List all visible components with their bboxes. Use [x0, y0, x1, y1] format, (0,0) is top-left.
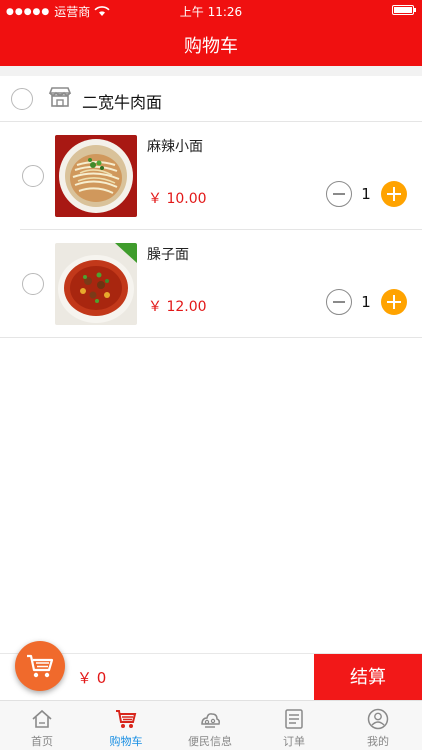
product-image[interactable]	[55, 135, 137, 217]
quantity-value: 1	[361, 185, 371, 203]
service-icon	[201, 713, 220, 728]
store-select-radio[interactable]	[11, 88, 33, 110]
tab-home[interactable]: 首页	[0, 701, 84, 750]
item-select-radio[interactable]	[22, 165, 44, 187]
tab-cart[interactable]: 购物车	[84, 701, 168, 750]
order-icon	[285, 709, 303, 729]
shop-icon	[48, 87, 72, 107]
decrease-quantity-button[interactable]	[326, 289, 352, 315]
status-bar: ●●●●● 运营商 上午 11:26	[0, 0, 422, 20]
product-name[interactable]: 臊子面	[147, 244, 189, 264]
decrease-quantity-button[interactable]	[326, 181, 352, 207]
total-price: ￥ 0	[77, 669, 107, 687]
increase-quantity-button[interactable]	[381, 181, 407, 207]
tab-label: 订单	[283, 735, 305, 748]
tab-label: 购物车	[109, 735, 143, 748]
cart-item: 麻辣小面 ￥ 10.00 1	[0, 122, 422, 230]
increase-quantity-button[interactable]	[381, 289, 407, 315]
section-gap	[0, 66, 422, 76]
product-image[interactable]	[55, 243, 137, 325]
product-price: ￥ 10.00	[148, 191, 207, 207]
tab-label: 首页	[31, 735, 53, 748]
tab-bar: 首页 购物车 便民信息 订单 我的	[0, 700, 422, 750]
profile-icon	[367, 708, 389, 730]
item-select-radio[interactable]	[22, 273, 44, 295]
product-name[interactable]: 麻辣小面	[147, 136, 203, 156]
checkout-button[interactable]: 结算	[314, 654, 422, 701]
cart-icon	[116, 710, 137, 728]
tab-label: 我的	[367, 735, 389, 748]
quantity-value: 1	[361, 293, 371, 311]
store-name[interactable]: 二宽牛肉面	[82, 89, 162, 113]
home-icon	[32, 709, 52, 728]
tab-service-info[interactable]: 便民信息	[168, 701, 252, 750]
status-time: 上午 11:26	[179, 5, 243, 19]
cart-float-button[interactable]	[15, 641, 65, 691]
battery-icon	[392, 5, 416, 15]
divider	[0, 337, 422, 338]
store-row: 二宽牛肉面	[0, 76, 422, 122]
cart-item: 臊子面 ￥ 12.00 1	[0, 230, 422, 338]
tab-label: 便民信息	[188, 735, 232, 748]
cart-page: ●●●●● 运营商 上午 11:26 购物车 二宽牛肉面 麻辣小面 ￥ 10.0…	[0, 0, 422, 750]
cart-icon	[27, 654, 54, 678]
tab-orders[interactable]: 订单	[252, 701, 336, 750]
page-title: 购物车	[184, 36, 238, 57]
tab-profile[interactable]: 我的	[336, 701, 420, 750]
product-price: ￥ 12.00	[148, 299, 207, 315]
header: ●●●●● 运营商 上午 11:26 购物车	[0, 0, 422, 66]
